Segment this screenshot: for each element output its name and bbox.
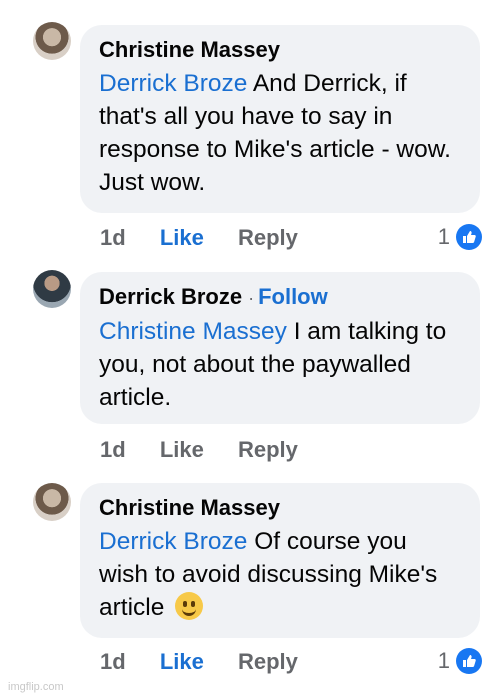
timestamp[interactable]: 1d <box>100 223 126 253</box>
author-name[interactable]: Christine Massey <box>99 37 280 62</box>
reaction-count: 1 <box>437 224 450 249</box>
separator-dot: · <box>248 288 255 308</box>
like-button[interactable]: Like <box>160 435 204 465</box>
timestamp[interactable]: 1d <box>100 647 126 677</box>
comment-text: Christine Massey I am talking to you, no… <box>99 315 462 414</box>
comment-bubble: Derrick Broze · Follow Christine Massey I … <box>80 272 480 424</box>
thumbs-up-icon <box>456 648 482 674</box>
author-name[interactable]: Derrick Broze <box>99 284 242 309</box>
avatar[interactable] <box>33 270 71 308</box>
thumbs-up-icon <box>456 224 482 250</box>
comment-bubble: Christine Massey Derrick Broze And Derri… <box>80 25 480 213</box>
comment-actions: 1d Like Reply <box>100 647 326 677</box>
reply-button[interactable]: Reply <box>238 223 298 253</box>
mention-link[interactable]: Derrick Broze <box>99 70 247 97</box>
comment-text: Derrick Broze And Derrick, if that's all… <box>99 67 462 199</box>
reply-button[interactable]: Reply <box>238 647 298 677</box>
comment-actions: 1d Like Reply <box>100 223 326 253</box>
avatar[interactable] <box>33 483 71 521</box>
like-button[interactable]: Like <box>160 647 204 677</box>
reaction-summary[interactable]: 1 <box>438 222 482 252</box>
like-button[interactable]: Like <box>160 223 204 253</box>
slightly-smiling-face-icon <box>175 592 204 620</box>
author-name[interactable]: Christine Massey <box>99 495 280 520</box>
avatar[interactable] <box>33 22 71 60</box>
comment-actions: 1d Like Reply <box>100 435 326 465</box>
reply-button[interactable]: Reply <box>238 435 298 465</box>
mention-link[interactable]: Derrick Broze <box>99 528 247 555</box>
comment-bubble: Christine Massey Derrick Broze Of course… <box>80 483 480 638</box>
reaction-count: 1 <box>437 648 450 673</box>
watermark: imgflip.com <box>8 681 64 693</box>
reaction-summary[interactable]: 1 <box>438 646 482 676</box>
comment-text: Derrick Broze Of course you wish to avoi… <box>99 525 462 624</box>
follow-button[interactable]: Follow <box>258 284 328 309</box>
mention-link[interactable]: Christine Massey <box>99 318 287 345</box>
timestamp[interactable]: 1d <box>100 435 126 465</box>
